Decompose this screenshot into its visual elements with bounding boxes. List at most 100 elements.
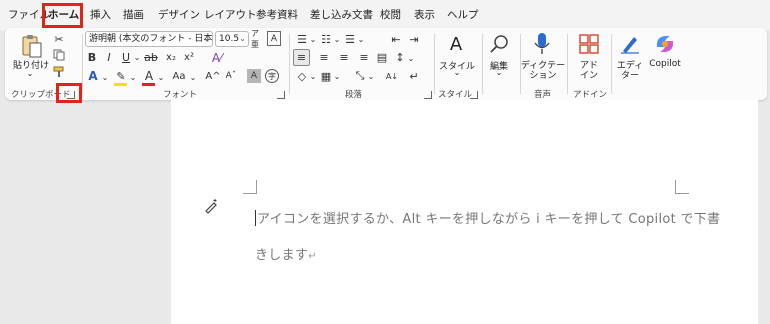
- font-launcher-icon[interactable]: [277, 91, 285, 99]
- dictation-button-line2[interactable]: ション: [520, 68, 566, 81]
- numbering-icon[interactable]: ☷: [319, 32, 333, 46]
- copilot-icon[interactable]: [653, 32, 677, 56]
- tab-draw[interactable]: 描画: [123, 6, 144, 24]
- text-cursor: [255, 210, 256, 226]
- draft-prompt-text-2: きします: [255, 248, 309, 263]
- asian-layout-icon[interactable]: ⤡: [353, 69, 367, 83]
- underline-button[interactable]: U: [119, 50, 133, 64]
- change-case-dropdown-icon[interactable]: ⌄: [189, 70, 197, 84]
- chevron-down-icon: ⌄: [239, 34, 246, 43]
- tab-review[interactable]: 校閲: [380, 6, 401, 24]
- voice-group-label: 音声: [534, 90, 552, 100]
- char-border-icon[interactable]: A: [267, 31, 281, 46]
- paste-dropdown-icon[interactable]: ⌄: [24, 69, 36, 78]
- shading-dropdown-icon[interactable]: ⌄: [309, 69, 317, 83]
- cut-icon[interactable]: ✂: [52, 32, 66, 46]
- enclose-char-icon[interactable]: 字: [265, 69, 279, 83]
- char-shading-icon[interactable]: A: [247, 69, 261, 83]
- draft-prompt-line2: きします↵: [255, 244, 317, 263]
- font-color-dropdown-icon[interactable]: ⌄: [157, 70, 165, 84]
- styles-group-label: スタイル: [438, 90, 473, 100]
- addins-icon[interactable]: [577, 32, 601, 56]
- editing-dropdown-icon[interactable]: ⌄: [493, 68, 505, 77]
- tab-references[interactable]: 参考資料: [256, 6, 298, 24]
- align-left-icon[interactable]: ≡: [293, 49, 310, 66]
- page-corner-mark: [675, 180, 689, 194]
- styles-launcher-icon[interactable]: [470, 91, 478, 99]
- divider: [82, 34, 83, 94]
- ribbon: 貼り付け ⌄ ✂ クリップボード 游明朝 (本文のフォント - 日本語) ⌄ 10…: [5, 28, 767, 100]
- font-color-bar: [142, 83, 155, 86]
- numbering-dropdown-icon[interactable]: ⌄: [333, 32, 341, 46]
- strikethrough-button[interactable]: ab: [143, 50, 159, 64]
- divider: [289, 34, 290, 94]
- line-spacing-dropdown-icon[interactable]: ⌄: [407, 51, 415, 65]
- text-effects-dropdown-icon[interactable]: ⌄: [101, 70, 109, 84]
- justify-icon[interactable]: ≡: [357, 49, 371, 66]
- tab-design[interactable]: デザイン: [158, 6, 200, 24]
- format-painter-icon[interactable]: [52, 65, 66, 79]
- paragraph-mark-icon: ↵: [308, 251, 317, 262]
- tab-view[interactable]: 表示: [414, 6, 435, 24]
- addins-button-line2[interactable]: イン: [575, 68, 603, 81]
- mic-icon[interactable]: [530, 31, 554, 57]
- align-center-icon[interactable]: ≡: [317, 49, 331, 66]
- multilevel-icon[interactable]: ☰: [343, 32, 357, 46]
- highlighter-icon[interactable]: ✎: [113, 68, 129, 84]
- copilot-button[interactable]: Copilot: [647, 59, 683, 69]
- bullets-icon[interactable]: ☰: [295, 32, 309, 46]
- shading-icon[interactable]: ◇: [295, 69, 309, 83]
- text-effects-icon[interactable]: A: [85, 68, 101, 84]
- decrease-indent-icon[interactable]: ⇤: [389, 32, 403, 46]
- line-spacing-icon[interactable]: ↕: [393, 49, 407, 66]
- styles-dropdown-icon[interactable]: ⌄: [451, 68, 463, 77]
- borders-icon[interactable]: ▦: [319, 69, 333, 83]
- highlighter-color-bar: [114, 83, 127, 86]
- divider: [611, 34, 612, 94]
- tab-help[interactable]: ヘルプ: [447, 6, 479, 24]
- phonetic-guide-icon[interactable]: ア亜: [251, 29, 265, 49]
- ribbon-tab-bar: ファイル ホーム 挿入 描画 デザイン レイアウト 参考資料 差し込み文書 校閲…: [0, 0, 770, 30]
- align-right-icon[interactable]: ≡: [337, 49, 351, 66]
- clear-format-icon[interactable]: A⁄: [209, 50, 225, 66]
- home-tab-highlight-box: [42, 3, 83, 28]
- styles-icon[interactable]: A: [444, 32, 468, 56]
- tab-mailings[interactable]: 差し込み文書: [310, 6, 373, 24]
- asian-layout-dropdown-icon[interactable]: ⌄: [367, 69, 375, 83]
- font-size-combo[interactable]: 10.5 ⌄: [215, 31, 249, 47]
- font-name-combo[interactable]: 游明朝 (本文のフォント - 日本語) ⌄: [85, 31, 213, 47]
- sort-icon[interactable]: A↓: [385, 69, 399, 83]
- draft-copilot-icon[interactable]: [203, 198, 219, 214]
- shrink-font-button[interactable]: Aˇ: [223, 68, 239, 84]
- italic-button[interactable]: I: [102, 50, 116, 64]
- subscript-button[interactable]: x₂: [163, 50, 179, 64]
- draft-prompt-line1: アイコンを選択するか、Alt キーを押しながら i キーを押して Copilot…: [255, 208, 720, 227]
- font-color-icon[interactable]: A: [141, 68, 157, 84]
- highlighter-dropdown-icon[interactable]: ⌄: [129, 70, 137, 84]
- tab-insert[interactable]: 挿入: [90, 6, 111, 24]
- paragraph-launcher-icon[interactable]: [424, 91, 432, 99]
- search-icon[interactable]: [487, 32, 511, 56]
- editor-button-line2[interactable]: ター: [614, 68, 646, 81]
- underline-dropdown-icon[interactable]: ⌄: [133, 50, 141, 64]
- paste-icon[interactable]: [19, 32, 45, 60]
- font-name-value: 游明朝 (本文のフォント - 日本語): [89, 34, 213, 44]
- distributed-icon[interactable]: ▤: [375, 49, 389, 66]
- clipboard-launcher-highlight-box: [56, 83, 82, 103]
- superscript-button[interactable]: x²: [181, 50, 197, 64]
- change-case-button[interactable]: Aa: [169, 68, 189, 84]
- grow-font-button[interactable]: A^: [205, 68, 221, 84]
- multilevel-dropdown-icon[interactable]: ⌄: [357, 32, 365, 46]
- borders-dropdown-icon[interactable]: ⌄: [333, 69, 341, 83]
- document-page[interactable]: アイコンを選択するか、Alt キーを押しながら i キーを押して Copilot…: [171, 100, 758, 324]
- paragraph-group-label: 段落: [345, 90, 363, 100]
- copy-icon[interactable]: [52, 48, 66, 62]
- increase-indent-icon[interactable]: ⇥: [407, 32, 421, 46]
- show-marks-icon[interactable]: ↵: [407, 69, 421, 83]
- editor-icon[interactable]: [618, 32, 642, 56]
- tab-layout[interactable]: レイアウト: [204, 6, 257, 24]
- bullets-dropdown-icon[interactable]: ⌄: [309, 32, 317, 46]
- addins-group-label: アドイン: [573, 90, 608, 100]
- page-corner-mark: [243, 180, 257, 194]
- bold-button[interactable]: B: [85, 50, 99, 64]
